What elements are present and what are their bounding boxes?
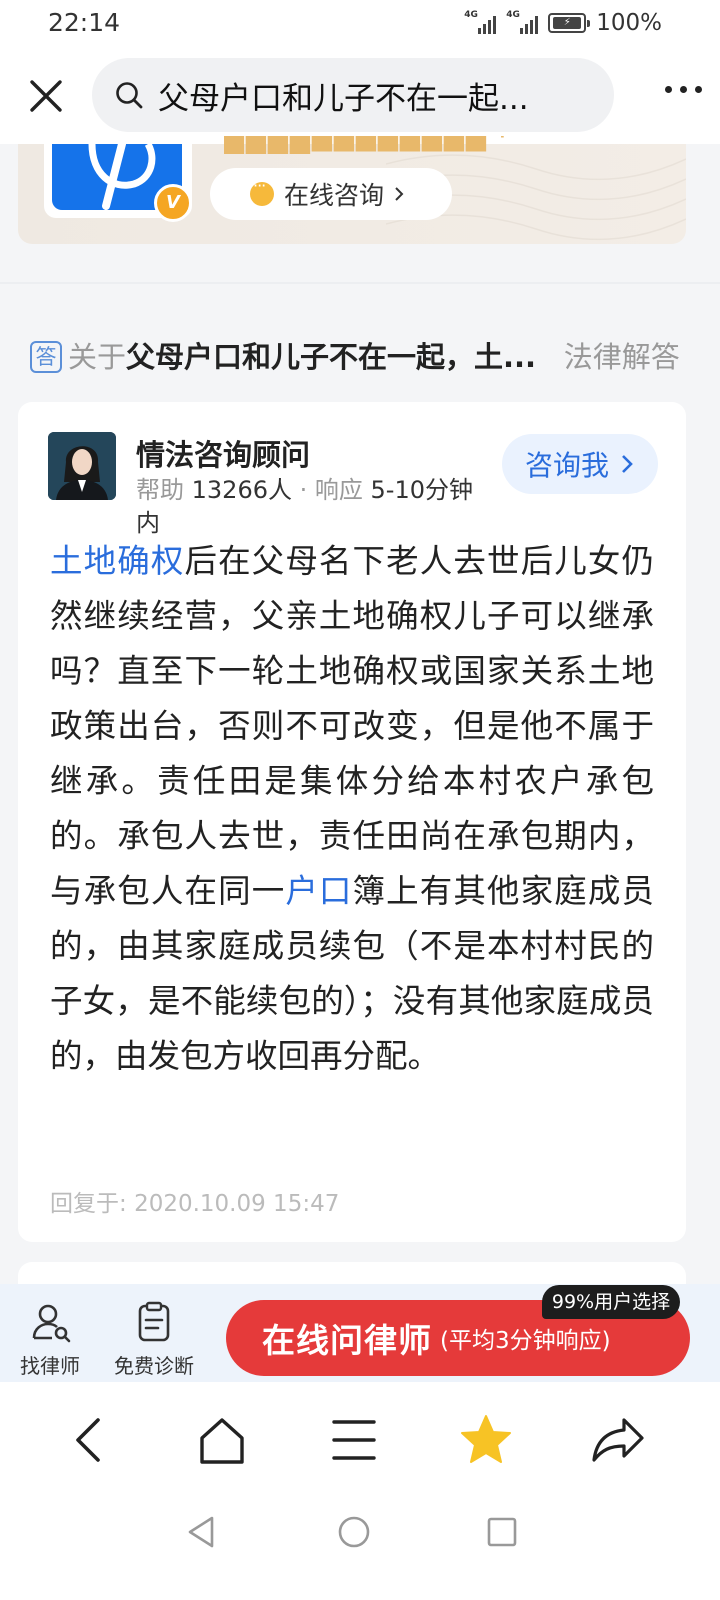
top-bar: 父母户口和儿子不在一起... <box>0 46 720 144</box>
question-text: 父母户口和儿子不在一起，土... <box>126 340 537 374</box>
free-diagnosis-button[interactable]: 免费诊断 <box>114 1300 194 1379</box>
favorite-button[interactable] <box>458 1412 514 1468</box>
signal-icon: 4G <box>464 10 497 34</box>
link-household[interactable]: 户口 <box>285 872 352 910</box>
reply-timestamp: 回复于: 2020.10.09 15:47 <box>50 1191 340 1217</box>
share-icon <box>592 1418 644 1462</box>
chevron-right-icon <box>395 187 404 201</box>
triangle-back-icon <box>188 1516 214 1548</box>
back-button[interactable] <box>62 1412 118 1468</box>
home-button[interactable] <box>194 1412 250 1468</box>
close-icon <box>30 80 62 112</box>
more-options-button[interactable] <box>665 86 702 93</box>
lawyer-stats: 帮助 13266人 · 响应 5-10分钟内 <box>136 476 473 537</box>
answer-badge: 答 <box>30 341 62 373</box>
clipboard-icon <box>138 1301 170 1342</box>
browser-toolbar <box>0 1382 720 1500</box>
search-icon <box>116 82 143 109</box>
battery-icon: ⚡ <box>548 13 591 33</box>
online-consult-button[interactable]: 在线咨询 <box>210 168 452 220</box>
banner-subtitle-cut: ████████████ · ████ <box>224 136 509 154</box>
link-land-rights[interactable]: 土地确权 <box>50 542 184 580</box>
avatar[interactable] <box>48 432 116 500</box>
answer-card: 情法咨询顾问 帮助 13266人 · 响应 5-10分钟内 咨询我 土地确权后在… <box>18 402 686 1242</box>
circle-home-icon <box>338 1516 370 1548</box>
system-home-button[interactable] <box>336 1514 372 1554</box>
response-time: 5-10分钟内 <box>136 476 473 537</box>
chevron-right-icon <box>622 455 633 473</box>
help-count: 13266人 <box>191 476 292 504</box>
system-back-button[interactable] <box>184 1514 220 1554</box>
battery-percent: 100% <box>596 10 662 36</box>
share-button[interactable] <box>590 1412 646 1468</box>
lawyer-search-icon <box>32 1304 71 1343</box>
menu-icon <box>332 1420 376 1460</box>
system-nav-bar <box>0 1500 720 1600</box>
chevron-left-icon <box>76 1418 100 1462</box>
status-time: 22:14 <box>48 8 121 37</box>
dot-icon <box>680 86 687 93</box>
close-button[interactable] <box>22 72 70 120</box>
star-icon <box>461 1415 511 1463</box>
signal-icon-2: 4G <box>506 10 539 34</box>
verified-badge: V <box>154 184 192 222</box>
status-bar: 22:14 4G 4G ⚡ 100% <box>0 0 720 46</box>
divider <box>0 282 720 284</box>
system-recents-button[interactable] <box>484 1514 520 1554</box>
home-icon <box>200 1418 244 1464</box>
dot-icon <box>665 86 672 93</box>
question-title: 答关于父母户口和儿子不在一起，土... 法律解答 <box>30 332 690 382</box>
lawyer-name[interactable]: 情法咨询顾问 <box>136 432 310 474</box>
chat-bubble-icon <box>250 176 274 206</box>
lawyer-portrait-icon <box>48 432 116 500</box>
popularity-tag: 99%用户选择 <box>542 1285 680 1319</box>
status-indicators: 4G 4G ⚡ 100% <box>464 10 662 36</box>
find-lawyer-button[interactable]: 找律师 <box>20 1300 80 1379</box>
dot-icon <box>695 86 702 93</box>
search-query: 父母户口和儿子不在一起... <box>158 80 529 117</box>
answer-text: 土地确权后在父母名下老人去世后儿女仍然继续经营，父亲土地确权儿子可以继承吗？直至… <box>50 542 654 1075</box>
ask-me-button[interactable]: 咨询我 <box>502 434 658 494</box>
search-input[interactable]: 父母户口和儿子不在一起... <box>92 58 614 132</box>
question-suffix: 法律解答 <box>563 340 680 374</box>
square-recents-icon <box>487 1517 517 1547</box>
menu-button[interactable] <box>326 1412 382 1468</box>
